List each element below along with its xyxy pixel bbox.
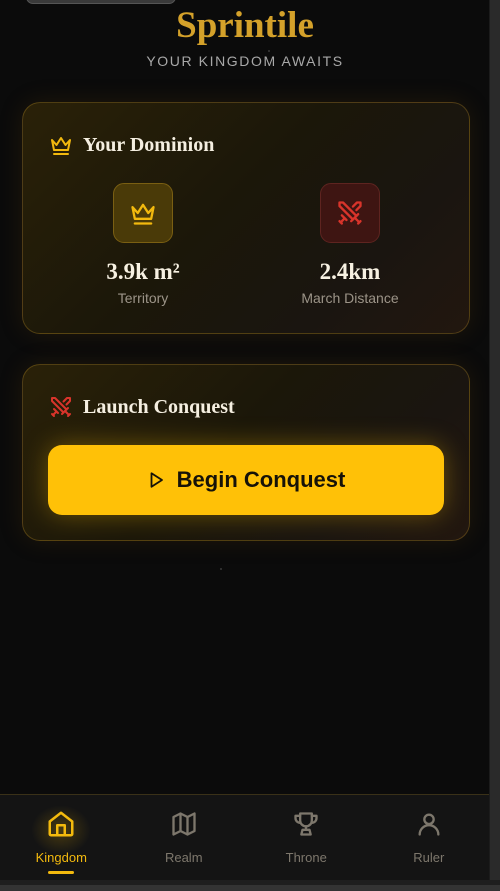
dominion-card: Your Dominion 3.9k m² Territory 2.4km Ma… — [22, 102, 470, 334]
decorative-dot — [268, 50, 270, 52]
crossed-swords-icon — [320, 183, 380, 243]
dominion-title: Your Dominion — [83, 133, 215, 156]
march-distance-stat: 2.4km March Distance — [250, 183, 450, 306]
window-bottom-edge — [0, 880, 500, 891]
nav-label-throne: Throne — [285, 850, 327, 865]
crown-icon — [113, 183, 173, 243]
app-tagline: YOUR KINGDOM AWAITS — [146, 53, 344, 69]
crossed-swords-icon — [49, 395, 73, 419]
crown-icon — [49, 133, 73, 157]
trophy-icon — [290, 808, 322, 840]
map-icon — [168, 808, 200, 840]
territory-value: 3.9k m² — [106, 259, 180, 284]
conquest-card-header: Launch Conquest — [49, 395, 235, 419]
territory-stat: 3.9k m² Territory — [43, 183, 243, 306]
nav-item-ruler[interactable]: Ruler — [368, 795, 490, 880]
conquest-card: Launch Conquest Begin Conquest — [22, 364, 470, 541]
begin-conquest-label: Begin Conquest — [176, 467, 346, 492]
conquest-title: Launch Conquest — [83, 395, 235, 418]
user-icon — [413, 808, 445, 840]
play-icon — [147, 471, 165, 489]
nav-label-realm: Realm — [164, 850, 203, 865]
app-title: Sprintile — [176, 5, 314, 46]
nav-item-kingdom[interactable]: Kingdom — [0, 795, 123, 880]
nav-item-realm[interactable]: Realm — [123, 795, 246, 880]
active-indicator — [48, 871, 75, 874]
app-screen: Sprintile YOUR KINGDOM AWAITS Your Domin… — [0, 0, 490, 880]
bottom-nav: Kingdom Realm Throne Ruler — [0, 794, 490, 880]
march-distance-value: 2.4km — [319, 259, 381, 284]
begin-conquest-button[interactable]: Begin Conquest — [48, 445, 444, 515]
march-distance-label: March Distance — [301, 290, 399, 306]
dominion-card-header: Your Dominion — [49, 133, 214, 157]
decorative-dot — [220, 568, 222, 570]
territory-label: Territory — [117, 290, 169, 306]
nav-label-ruler: Ruler — [413, 850, 445, 865]
nav-item-throne[interactable]: Throne — [245, 795, 368, 880]
